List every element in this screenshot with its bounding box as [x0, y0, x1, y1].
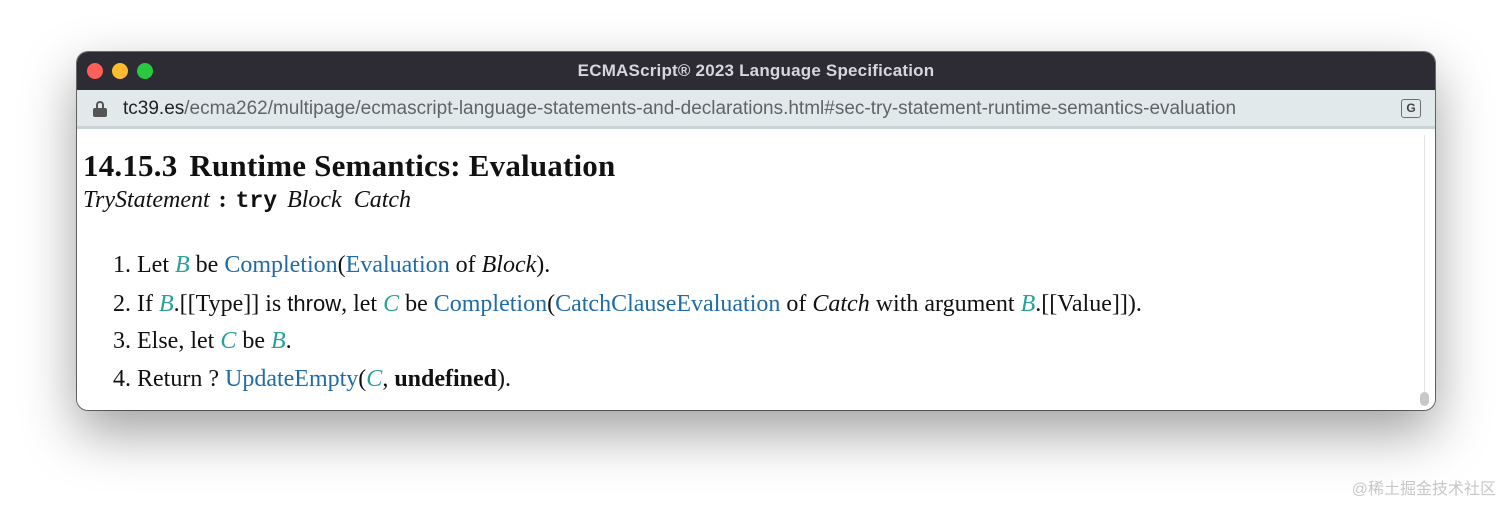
grammar-lhs: TryStatement [83, 187, 210, 213]
algorithm-steps: 1. Let B be Completion(Evaluation of Bloc… [113, 247, 1142, 398]
section-number: 14.15.3 [83, 148, 178, 183]
variable-b[interactable]: B [271, 328, 286, 354]
algorithm-step-2: 2. If B.[[Type]] is throw, let C be Compl… [113, 290, 1142, 317]
lock-icon [93, 101, 107, 117]
page-content: 14.15.3 Runtime Semantics: Evaluation Try… [77, 129, 1435, 410]
window-title: ECMAScript® 2023 Language Specification [577, 61, 935, 80]
variable-b[interactable]: B [159, 291, 174, 317]
variable-c[interactable]: C [220, 328, 236, 354]
grammar-rhs-block: Block [287, 187, 342, 213]
grammar-keyword: try [235, 188, 278, 214]
grammar-rhs-catch: Catch [353, 187, 412, 213]
grammar-colon: : [218, 187, 227, 213]
section-heading: 14.15.3 Runtime Semantics: Evaluation [83, 148, 615, 184]
url-text[interactable]: tc39.es/ecma262/multipage/ecmascript-lan… [123, 98, 1236, 120]
url-path: /ecma262/multipage/ecmascript-language-s… [184, 98, 1237, 119]
algorithm-step-1: 1. Let B be Completion(Evaluation of Bloc… [113, 252, 551, 278]
close-window-button[interactable] [87, 63, 103, 79]
undefined-value: undefined [394, 365, 498, 392]
algorithm-step-4: 4. Return ? UpdateEmpty(C, undefined). [113, 365, 512, 392]
grammar-production: TryStatement: try Block Catch [83, 187, 411, 214]
catch-clause-evaluation-link[interactable]: CatchClauseEvaluation [555, 291, 780, 317]
variable-b[interactable]: B [175, 252, 190, 278]
variable-c[interactable]: C [383, 291, 399, 317]
throw-value: throw [287, 290, 342, 316]
update-empty-link[interactable]: UpdateEmpty [225, 366, 358, 392]
zoom-window-button[interactable] [137, 63, 153, 79]
section-title: Runtime Semantics: Evaluation [189, 148, 616, 183]
watermark: @稀土掘金技术社区 [1351, 481, 1496, 498]
translate-icon[interactable]: G [1401, 99, 1421, 118]
title-bar: ECMAScript® 2023 Language Specification [77, 52, 1435, 90]
variable-c[interactable]: C [366, 366, 382, 392]
evaluation-link[interactable]: Evaluation [346, 252, 450, 278]
url-host: tc39.es [123, 98, 185, 119]
window-controls [87, 63, 153, 79]
scrollbar-track[interactable] [1424, 135, 1425, 402]
scrollbar-thumb[interactable] [1420, 392, 1429, 406]
algorithm-step-3: 3. Else, let C be B. [113, 328, 292, 354]
variable-b[interactable]: B [1021, 291, 1036, 317]
minimize-window-button[interactable] [112, 63, 128, 79]
address-bar[interactable]: tc39.es/ecma262/multipage/ecmascript-lan… [77, 90, 1435, 129]
completion-link[interactable]: Completion [224, 252, 337, 278]
browser-window: ECMAScript® 2023 Language Specification … [77, 52, 1435, 410]
completion-link[interactable]: Completion [434, 291, 547, 317]
